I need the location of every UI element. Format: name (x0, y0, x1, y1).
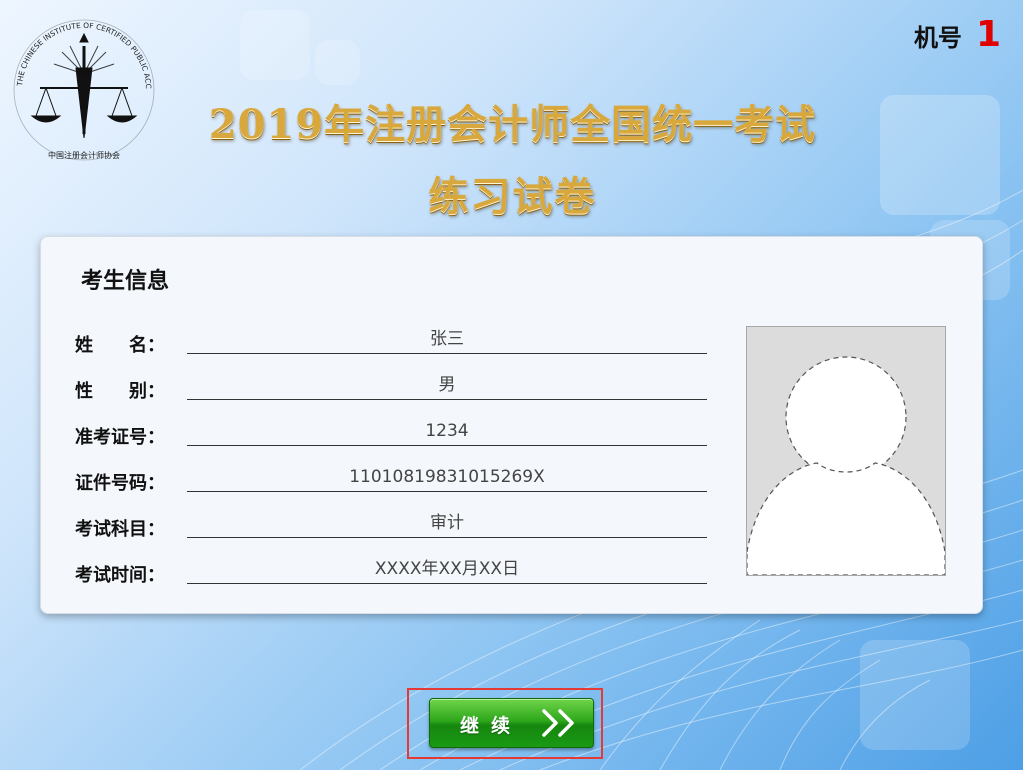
scales-of-justice-icon (30, 32, 138, 139)
field-value-id-number: 11010819831015269X (187, 463, 707, 492)
field-value-name: 张三 (187, 325, 707, 354)
field-row-name: 姓 名： 张三 (75, 325, 707, 357)
field-label: 考试时间： (75, 565, 165, 586)
field-row-exam-time: 考试时间： XXXX年XX月XX日 (75, 555, 707, 587)
field-value-subject: 审计 (187, 509, 707, 538)
field-value-ticket-number: 1234 (187, 417, 707, 446)
field-label: 姓 名： (75, 335, 165, 356)
field-label: 考试科目： (75, 519, 165, 540)
field-label: 性 别： (75, 381, 165, 402)
exam-subtitle: 练习试卷 (428, 173, 597, 220)
field-row-id-number: 证件号码： 11010819831015269X (75, 463, 707, 495)
field-value-exam-time: XXXX年XX月XX日 (187, 555, 707, 584)
field-row-gender: 性 别： 男 (75, 371, 707, 403)
double-chevron-right-icon (542, 709, 574, 737)
field-row-ticket-number: 准考证号： 1234 (75, 417, 707, 449)
candidate-photo (746, 326, 946, 576)
candidate-info-title: 考生信息 (81, 269, 170, 294)
field-label: 准考证号： (75, 427, 165, 448)
field-label: 证件号码： (75, 473, 165, 494)
person-silhouette-icon (747, 356, 945, 575)
machine-id: 机号 1 (914, 14, 1001, 55)
machine-number: 1 (975, 14, 1001, 55)
cicpa-logo: THE CHINESE INSTITUTE OF CERTIFIED PUBLI… (10, 16, 155, 161)
field-row-subject: 考试科目： 审计 (75, 509, 707, 541)
exam-title: 2019年注册会计师全国统一考试 (208, 101, 817, 148)
candidate-info-card: 考生信息 姓 名： 张三 性 别： 男 准考证号： 1234 证件号码： 110… (40, 236, 983, 614)
continue-label: 继续 (460, 715, 523, 737)
logo-bottom-text: 中国注册会计师协会 (48, 150, 120, 160)
continue-button[interactable]: 继续 (429, 698, 594, 748)
machine-label: 机号 (913, 24, 962, 52)
field-value-gender: 男 (187, 371, 707, 400)
